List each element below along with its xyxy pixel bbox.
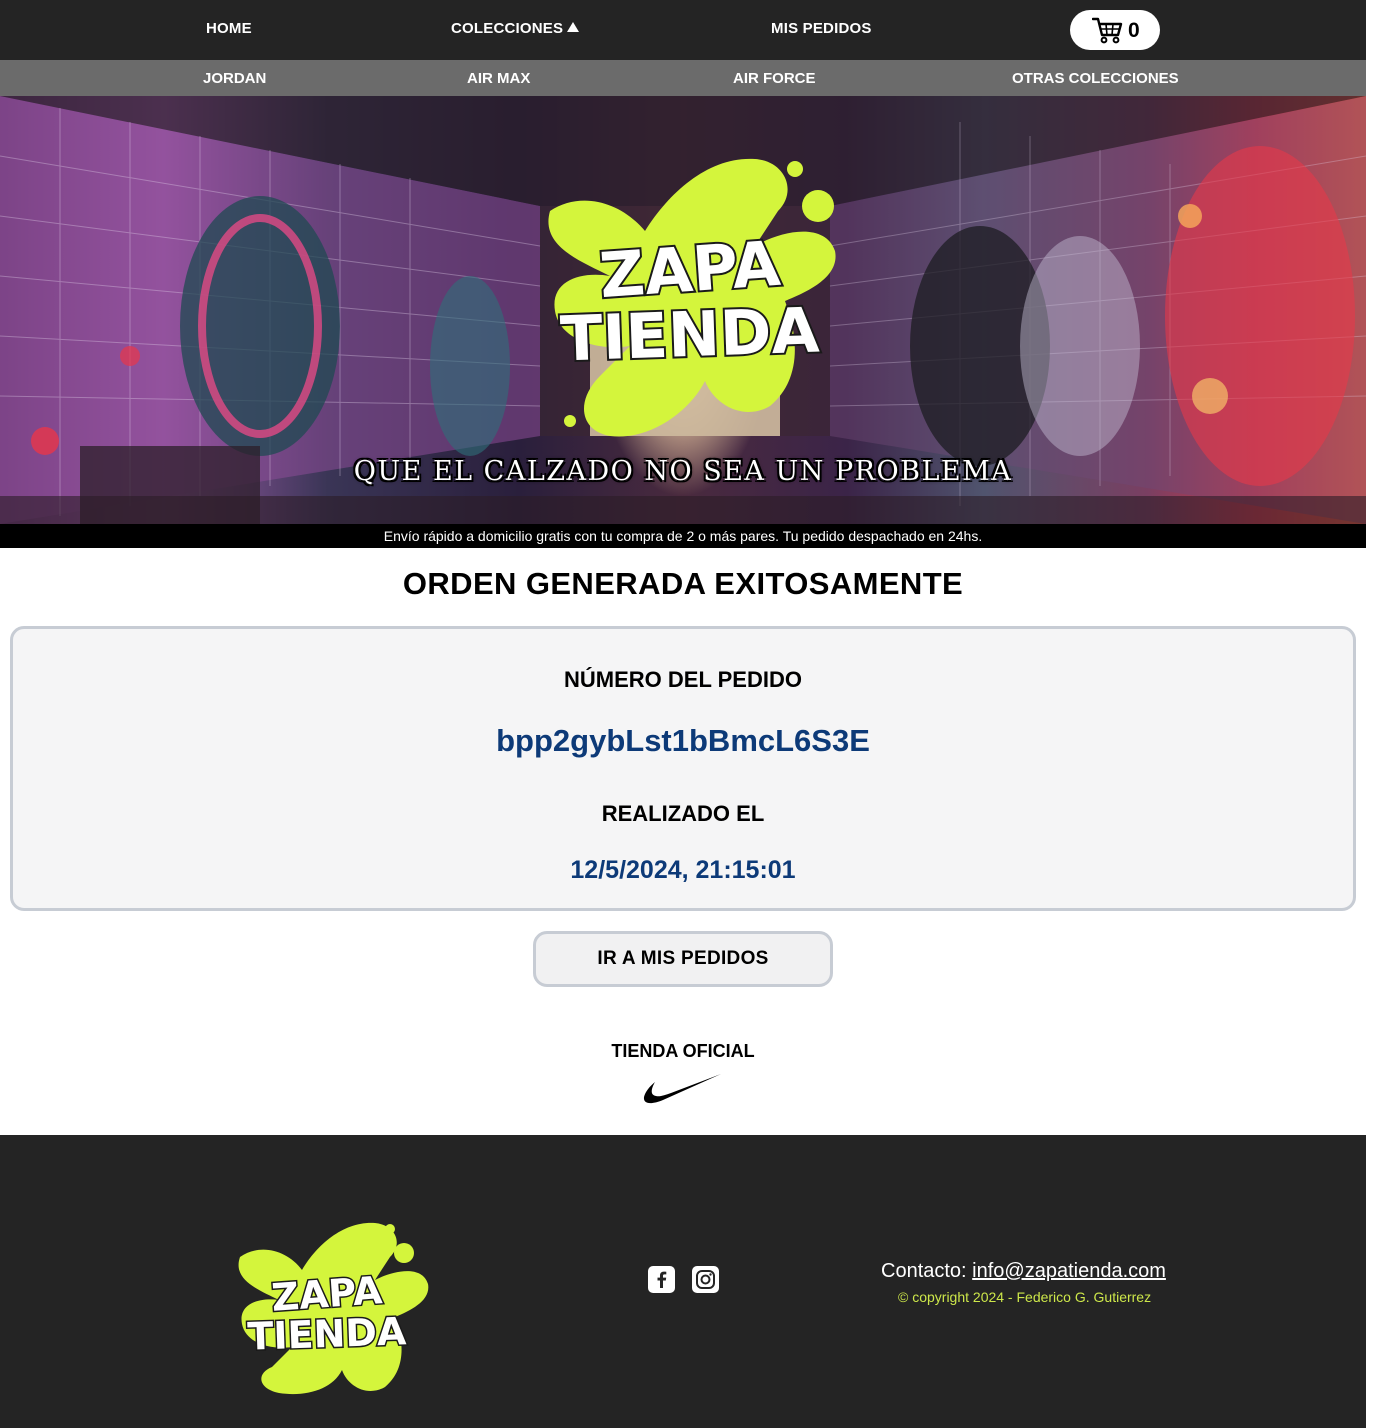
hero-banner: ZAPA TIENDA QUE EL CALZADO NO SEA UN PRO… — [0, 96, 1366, 524]
nike-swoosh-icon — [643, 1074, 721, 1104]
zapatienda-logo-art: ZAPA TIENDA — [548, 158, 836, 437]
nav-home-link[interactable]: HOME — [206, 20, 252, 37]
page: HOME COLECCIONES MIS PEDIDOS 0 JORDAN AI… — [0, 0, 1366, 1428]
cart-count: 0 — [1128, 19, 1140, 42]
collections-submenu: JORDAN AIR MAX AIR FORCE OTRAS COLECCION… — [0, 60, 1366, 96]
cart-button[interactable]: 0 — [1070, 10, 1160, 50]
contact-label: Contacto: — [881, 1260, 967, 1282]
hero-tagline: QUE EL CALZADO NO SEA UN PROBLEMA — [353, 456, 1013, 487]
top-nav: HOME COLECCIONES MIS PEDIDOS 0 — [0, 0, 1366, 60]
instagram-icon — [696, 1270, 715, 1289]
footer: ZAPA TIENDA Contacto: info@zapatienda.co… — [0, 1135, 1366, 1428]
order-number-label: NÚMERO DEL PEDIDO — [564, 667, 802, 692]
footer-logo-art: ZAPA TIENDA — [238, 1222, 429, 1395]
instagram-link[interactable] — [692, 1266, 719, 1293]
official-store-label: TIENDA OFICIAL — [611, 1041, 755, 1061]
footer-logo-line2: TIENDA — [247, 1309, 408, 1359]
copyright-text: © copyright 2024 - Federico G. Gutierrez — [898, 1289, 1152, 1305]
order-number-value: bpp2gybLst1bBmcL6S3E — [496, 723, 870, 758]
nav-colecciones-toggle[interactable]: COLECCIONES — [451, 20, 580, 37]
cart-icon — [1092, 17, 1123, 44]
facebook-link[interactable] — [648, 1266, 675, 1293]
contact-email-link[interactable]: info@zapatienda.com — [972, 1260, 1166, 1282]
nav-colecciones-label: COLECCIONES — [451, 20, 564, 37]
hero-logo-line2: TIENDA — [559, 294, 820, 376]
go-to-orders-button[interactable]: IR A MIS PEDIDOS — [533, 931, 833, 987]
contact-line: Contacto: info@zapatienda.com — [881, 1260, 1166, 1283]
nav-mis-pedidos-link[interactable]: MIS PEDIDOS — [771, 20, 872, 37]
shipping-info-strip: Envío rápido a domicilio gratis con tu c… — [0, 524, 1366, 548]
caret-up-icon — [567, 22, 580, 32]
order-success-title: ORDEN GENERADA EXITOSAMENTE — [402, 566, 964, 601]
order-date-value: 12/5/2024, 21:15:01 — [570, 856, 796, 884]
zapatienda-logo: ZAPA TIENDA — [540, 151, 840, 441]
submenu-item-air-max[interactable]: AIR MAX — [467, 70, 530, 87]
submenu-item-jordan[interactable]: JORDAN — [203, 70, 266, 87]
footer-zapatienda-logo[interactable]: ZAPA TIENDA — [232, 1217, 432, 1397]
submenu-item-otras-colecciones[interactable]: OTRAS COLECCIONES — [1012, 70, 1179, 87]
order-details-card: NÚMERO DEL PEDIDO bpp2gybLst1bBmcL6S3E R… — [10, 626, 1356, 911]
order-date-label: REALIZADO EL — [601, 801, 765, 826]
submenu-item-air-force[interactable]: AIR FORCE — [733, 70, 816, 87]
facebook-icon — [657, 1271, 667, 1288]
